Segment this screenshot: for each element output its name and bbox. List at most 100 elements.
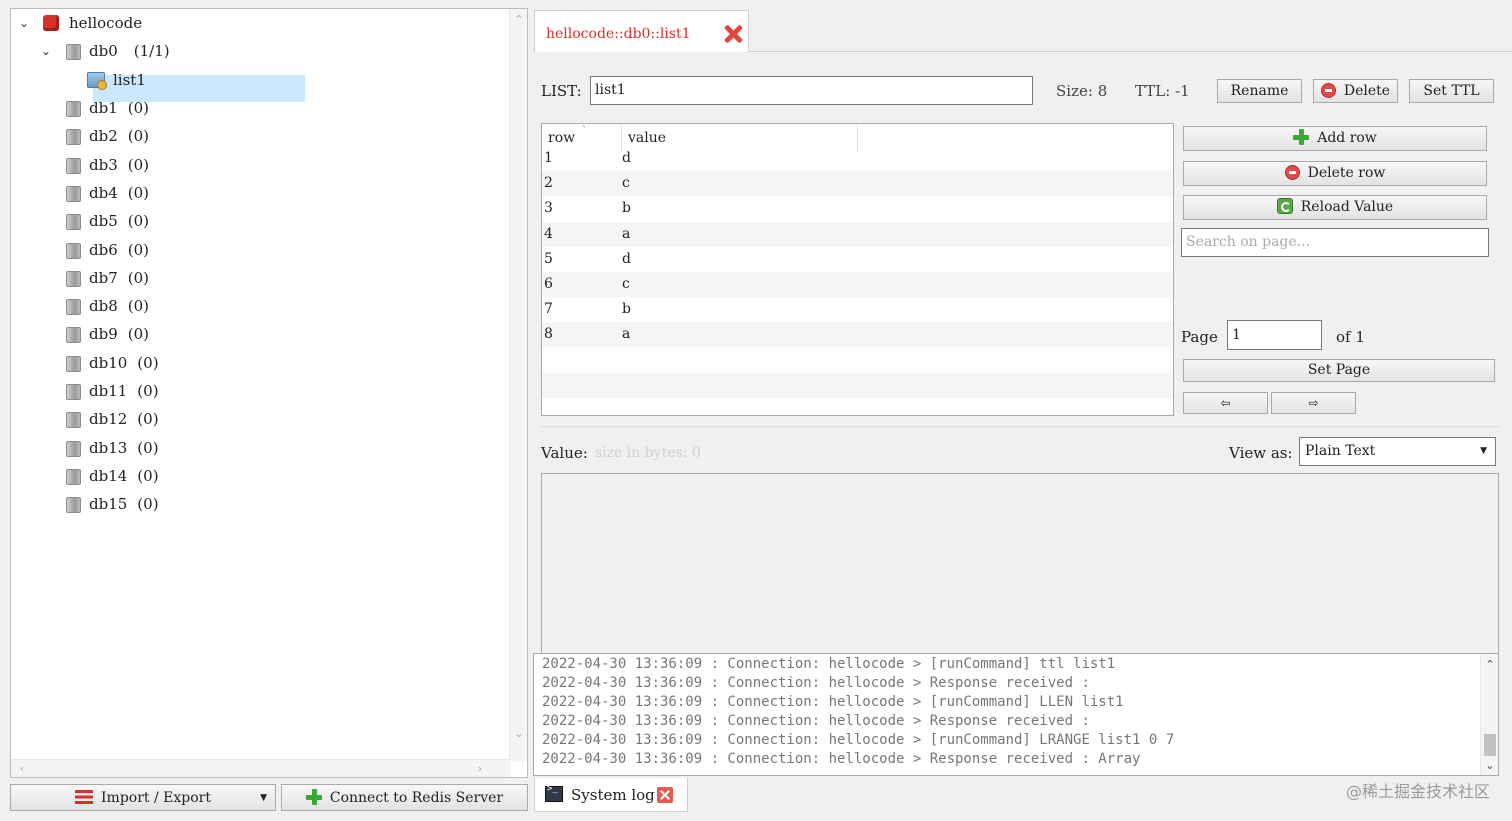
database-icon [65, 185, 81, 202]
size-label-text: Size: [1056, 82, 1093, 100]
database-icon [65, 298, 81, 316]
scroll-down-icon[interactable]: ⌄ [510, 725, 528, 743]
db-name: db7 [89, 268, 118, 287]
db-name: db8 [89, 297, 118, 316]
db-count: (1/1) [133, 42, 170, 60]
import-export-button[interactable]: Import / Export ▼ [10, 784, 276, 811]
table-row[interactable]: 1d [542, 146, 1173, 171]
tree-item-db15[interactable]: db15 (0) [65, 491, 159, 517]
scroll-right-icon[interactable]: › [471, 760, 489, 778]
tree-item-db8[interactable]: db8 (0) [65, 293, 149, 319]
log-line: 2022-04-30 13:36:09 : Connection: helloc… [542, 713, 1090, 729]
db-count: (0) [137, 353, 159, 372]
database-icon [65, 468, 81, 485]
db-count: (0) [127, 268, 149, 287]
tree-item-db10[interactable]: db10 (0) [65, 350, 159, 376]
import-export-label: Import / Export [101, 790, 211, 806]
table-row[interactable]: 3b [542, 196, 1173, 221]
table-row[interactable]: 2c [542, 171, 1173, 197]
tree-item-db1[interactable]: db1 (0) [65, 95, 149, 121]
scroll-up-icon[interactable]: ⌃ [510, 11, 528, 29]
tree-item-db9[interactable]: db9 (0) [65, 321, 149, 347]
scroll-up-icon[interactable]: ⌃ [1481, 656, 1499, 674]
chevron-down-icon[interactable]: ⌄ [17, 10, 31, 36]
close-icon[interactable] [723, 24, 743, 44]
list-values-table[interactable]: row ˋ value 1d2c3b4a5d6c7b8a [541, 123, 1174, 416]
tree-item-db3[interactable]: db3 (0) [65, 152, 149, 178]
menu-icon [75, 790, 94, 804]
next-page-button[interactable]: ⇨ [1271, 392, 1356, 414]
db-name: db0 [89, 42, 118, 60]
delete-row-label: Delete row [1307, 165, 1386, 181]
database-icon [65, 440, 81, 457]
table-row[interactable]: 6c [542, 272, 1173, 297]
server-name: hellocode [69, 14, 143, 32]
rename-button[interactable]: Rename [1217, 79, 1302, 103]
tree-horizontal-scrollbar[interactable]: ‹ › [11, 759, 511, 777]
table-row[interactable] [542, 348, 1173, 373]
system-log-panel[interactable]: 2022-04-30 13:36:09 : Connection: helloc… [533, 653, 1499, 776]
tree-item-db13[interactable]: db13 (0) [65, 435, 159, 461]
reload-value-label: Reload Value [1300, 199, 1394, 215]
database-icon [65, 355, 81, 372]
table-row[interactable]: 5d [542, 247, 1173, 272]
db-name: db1 [89, 99, 118, 117]
view-as-label: View as: [1229, 444, 1293, 462]
db-count: (0) [137, 410, 159, 429]
db-count: (0) [127, 99, 149, 117]
connection-tree[interactable]: ⌄ hellocode ⌄ db0 (1/1) list1 db1 (0) db2 (0… [10, 8, 528, 778]
tree-vertical-scrollbar[interactable]: ⌃ ⌄ [509, 9, 527, 761]
tree-item-db14[interactable]: db14 (0) [65, 463, 159, 489]
db-name: db13 [89, 438, 128, 457]
value-editor-textarea[interactable] [541, 473, 1499, 653]
tree-item-db6[interactable]: db6 (0) [65, 237, 149, 263]
db-count: (0) [127, 212, 149, 231]
close-icon[interactable] [657, 787, 673, 803]
tab-title: hellocode::db0::list1 [546, 26, 691, 42]
section-divider [541, 426, 1499, 427]
log-scrollbar-thumb[interactable] [1484, 734, 1496, 756]
cell-value: b [622, 200, 631, 217]
tab-system-log[interactable]: System log [534, 778, 688, 812]
table-row[interactable] [542, 398, 1173, 415]
view-as-select[interactable]: Plain Text ▼ [1299, 437, 1496, 466]
table-row[interactable]: 4a [542, 221, 1173, 247]
delete-key-button[interactable]: Delete [1313, 79, 1398, 103]
set-ttl-button[interactable]: Set TTL [1409, 79, 1494, 103]
add-row-button[interactable]: Add row [1183, 126, 1487, 151]
key-name-input[interactable]: list1 [590, 76, 1033, 105]
tree-item-key-list1[interactable]: list1 [87, 67, 146, 93]
tree-item-db5[interactable]: db5 (0) [65, 208, 149, 234]
search-on-page-input[interactable]: Search on page... [1181, 228, 1489, 257]
tree-item-db7[interactable]: db7 (0) [65, 265, 149, 291]
table-row[interactable] [542, 372, 1173, 398]
page-label: Page [1181, 328, 1218, 346]
scroll-down-icon[interactable]: ⌄ [1481, 757, 1499, 775]
reload-icon [1276, 198, 1293, 214]
key-name: list1 [113, 71, 146, 89]
tree-item-db11[interactable]: db11 (0) [65, 378, 159, 404]
chevron-down-icon[interactable]: ⌄ [39, 38, 53, 64]
tree-item-db12[interactable]: db12 (0) [65, 406, 159, 432]
page-number-input[interactable]: 1 [1227, 320, 1322, 350]
caret-down-icon: ▼ [260, 793, 267, 803]
plus-icon [305, 789, 322, 805]
tree-item-db2[interactable]: db2 (0) [65, 123, 149, 149]
tab-hellocode-db0-list1[interactable]: hellocode::db0::list1 [534, 10, 749, 52]
table-row[interactable]: 7b [542, 297, 1173, 322]
sort-indicator-icon: ˋ [582, 126, 587, 137]
cell-value: d [622, 150, 631, 166]
reload-value-button[interactable]: Reload Value [1183, 195, 1487, 220]
ttl-label-text: TTL: [1135, 82, 1171, 100]
scroll-left-icon[interactable]: ‹ [13, 760, 31, 778]
log-scrollbar[interactable]: ⌃ ⌄ [1480, 654, 1498, 775]
db-count: (0) [137, 438, 159, 457]
previous-page-button[interactable]: ⇦ [1183, 392, 1268, 414]
cell-row-number: 6 [544, 276, 553, 292]
table-row[interactable]: 8a [542, 322, 1173, 348]
set-page-button[interactable]: Set Page [1183, 359, 1495, 382]
cell-value: d [622, 250, 631, 267]
connect-server-button[interactable]: Connect to Redis Server [281, 784, 528, 811]
delete-row-button[interactable]: Delete row [1183, 161, 1487, 186]
tree-item-db4[interactable]: db4 (0) [65, 180, 149, 206]
